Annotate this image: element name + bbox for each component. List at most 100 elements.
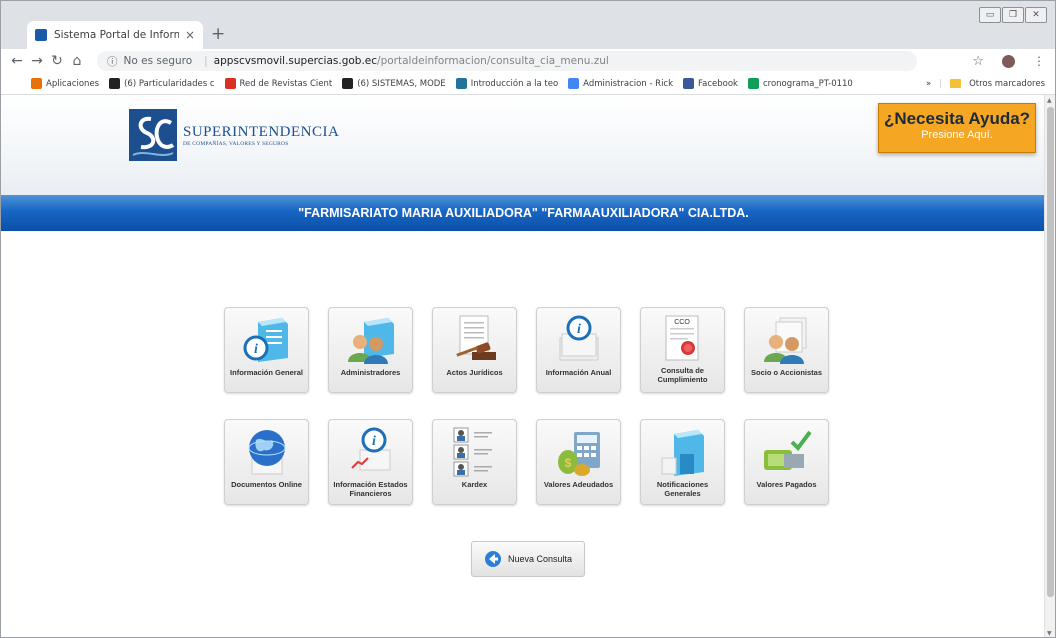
a-icon [109, 78, 121, 89]
bookmark-label: Aplicaciones [46, 78, 100, 89]
browser-tab[interactable]: Sistema Portal de Información S... × [27, 21, 203, 49]
financial-info-icon: i [350, 427, 390, 471]
site-favicon-icon [35, 29, 47, 41]
sheets-icon [747, 78, 759, 89]
menu-actos-juridicos[interactable]: Actos Jurídicos [432, 307, 517, 393]
money-calculator-icon: $ [557, 432, 600, 476]
bookmarks-divider: | [939, 78, 943, 89]
menu-consulta-cumplimiento[interactable]: CCO Consulta de Cumplimiento [640, 307, 725, 393]
certificate-badge: CCO [674, 319, 690, 326]
window-controls: ▭ ❐ ✕ [979, 7, 1047, 23]
url-path: /portaldeinformacion/consulta_cia_menu.z… [377, 55, 609, 67]
info-building-icon: i [243, 318, 288, 362]
tab-title: Sistema Portal de Información S... [54, 29, 179, 41]
menu-documentos-online[interactable]: Documentos Online [224, 419, 309, 505]
nueva-consulta-button[interactable]: Nueva Consulta [471, 541, 585, 577]
other-bookmarks[interactable]: Otros marcadores [969, 79, 1045, 89]
address-bar[interactable]: ⓘ No es seguro | appscvsmovil.supercias.… [97, 51, 917, 71]
page-content: SUPERINTENDENCIA DE COMPAÑÍAS, VALORES Y… [1, 95, 1046, 637]
back-arrow-circle-icon [484, 551, 501, 567]
tab-close-icon[interactable]: × [185, 28, 195, 42]
info-documents-icon: i [559, 315, 598, 361]
browser-toolbar: ← → ↻ ⌂ ⓘ No es seguro | appscvsmovil.su… [1, 49, 1055, 73]
svg-text:i: i [372, 434, 376, 449]
menu-administradores[interactable]: Administradores [328, 307, 413, 393]
redalyc-icon [224, 78, 236, 89]
back-arrow-icon[interactable]: ← [7, 53, 27, 69]
tile-label: Notificaciones Generales [656, 480, 709, 498]
home-icon[interactable]: ⌂ [67, 53, 87, 69]
security-label: No es seguro [123, 55, 193, 67]
sc-logo-icon [129, 109, 177, 161]
bookmark-item[interactable]: Red de Revistas Cient [224, 78, 333, 89]
more-bookmarks-icon[interactable]: » [926, 79, 931, 89]
a-icon [342, 78, 354, 89]
tile-label: Información Anual [545, 368, 612, 377]
help-button[interactable]: ¿Necesita Ayuda? Presione Aquí. [878, 103, 1036, 153]
bookmark-label: Red de Revistas Cient [239, 78, 333, 89]
bookmark-star-icon[interactable]: ☆ [972, 54, 984, 69]
close-window-icon[interactable]: ✕ [1025, 7, 1047, 23]
folder-icon [950, 79, 962, 88]
bookmark-item[interactable]: Facebook [683, 78, 738, 89]
profile-avatar-icon[interactable] [1002, 54, 1015, 68]
bookmark-item[interactable]: Aplicaciones [31, 78, 99, 89]
page-header: SUPERINTENDENCIA DE COMPAÑÍAS, VALORES Y… [1, 95, 1046, 195]
forward-arrow-icon[interactable]: → [27, 53, 47, 69]
scroll-up-icon[interactable]: ▲ [1047, 97, 1052, 104]
bookmark-label: (6) SISTEMAS, MODE [357, 78, 446, 89]
new-tab-button[interactable]: + [211, 25, 225, 43]
reload-icon[interactable]: ↻ [47, 53, 67, 69]
tile-label: Valores Pagados [756, 480, 817, 489]
svg-text:i: i [577, 322, 581, 337]
administrators-icon [347, 318, 394, 364]
logo-text: SUPERINTENDENCIA DE COMPAÑÍAS, VALORES Y… [183, 124, 339, 147]
menu-valores-pagados[interactable]: Valores Pagados [744, 419, 829, 505]
bookmark-item[interactable]: (6) Particularidades c [109, 78, 215, 89]
help-subtitle: Presione Aquí. [921, 129, 993, 141]
tile-label: Consulta de Cumplimiento [657, 366, 708, 384]
menu-valores-adeudados[interactable]: $ Valores Adeudados [536, 419, 621, 505]
menu-dots-icon[interactable]: ⋮ [1033, 54, 1045, 68]
info-icon[interactable]: ⓘ [107, 54, 118, 69]
bookmark-label: Facebook [698, 78, 738, 89]
menu-estados-financieros[interactable]: i Información Estados Financieros [328, 419, 413, 505]
bookmark-item[interactable]: cronograma_PT-0110 [747, 78, 853, 89]
menu-row-2: Documentos Online i Información Estados … [224, 419, 829, 505]
menu-kardex[interactable]: Kardex [432, 419, 517, 505]
notifications-icon [661, 430, 704, 476]
scrollbar-thumb[interactable] [1047, 107, 1054, 597]
bookmark-item[interactable]: (6) SISTEMAS, MODE [342, 78, 446, 89]
bookmark-label: (6) Particularidades c [124, 78, 215, 89]
maximize-icon[interactable]: ❐ [1002, 7, 1024, 23]
bookmarks-right: » | Otros marcadores [926, 79, 1045, 89]
wordpress-icon [455, 78, 467, 89]
url-host: appscvsmovil.supercias.gob.ec [213, 55, 378, 67]
svg-text:i: i [254, 342, 258, 357]
minimize-icon[interactable]: ▭ [979, 7, 1001, 23]
toolbar-right: ☆ ⋮ [972, 54, 1045, 69]
tile-label: Socio o Accionistas [751, 368, 822, 377]
bookmark-item[interactable]: Introducción a la teo [455, 78, 558, 89]
company-name-banner: "FARMISARIATO MARIA AUXILIADORA" "FARMAA… [1, 195, 1046, 231]
menu-grid: i Información General Administradores Ac… [224, 307, 829, 531]
menu-socio-accionistas[interactable]: Socio o Accionistas [744, 307, 829, 393]
tile-label: Información General [230, 368, 303, 377]
menu-notificaciones-generales[interactable]: Notificaciones Generales [640, 419, 725, 505]
tile-label: Actos Jurídicos [446, 368, 503, 377]
supercias-logo[interactable]: SUPERINTENDENCIA DE COMPAÑÍAS, VALORES Y… [129, 109, 339, 161]
svg-text:$: $ [564, 456, 571, 470]
apps-icon [31, 78, 42, 89]
bookmarks-bar: Aplicaciones (6) Particularidades c Red de… [1, 73, 1055, 95]
menu-informacion-general[interactable]: i Información General [224, 307, 309, 393]
bookmark-item[interactable]: Administracion - Rick [568, 78, 673, 89]
kardex-icon [453, 427, 492, 477]
gavel-icon [455, 315, 496, 360]
scroll-down-icon[interactable]: ▼ [1047, 630, 1052, 637]
logo-title: SUPERINTENDENCIA [183, 123, 340, 140]
page-scrollbar[interactable]: ▲ ▼ [1044, 95, 1055, 637]
help-title: ¿Necesita Ayuda? [883, 109, 1031, 128]
browser-window: Sistema Portal de Información S... × + ▭… [0, 0, 1056, 638]
bookmark-label: Administracion - Rick [583, 78, 674, 89]
menu-informacion-anual[interactable]: i Información Anual [536, 307, 621, 393]
